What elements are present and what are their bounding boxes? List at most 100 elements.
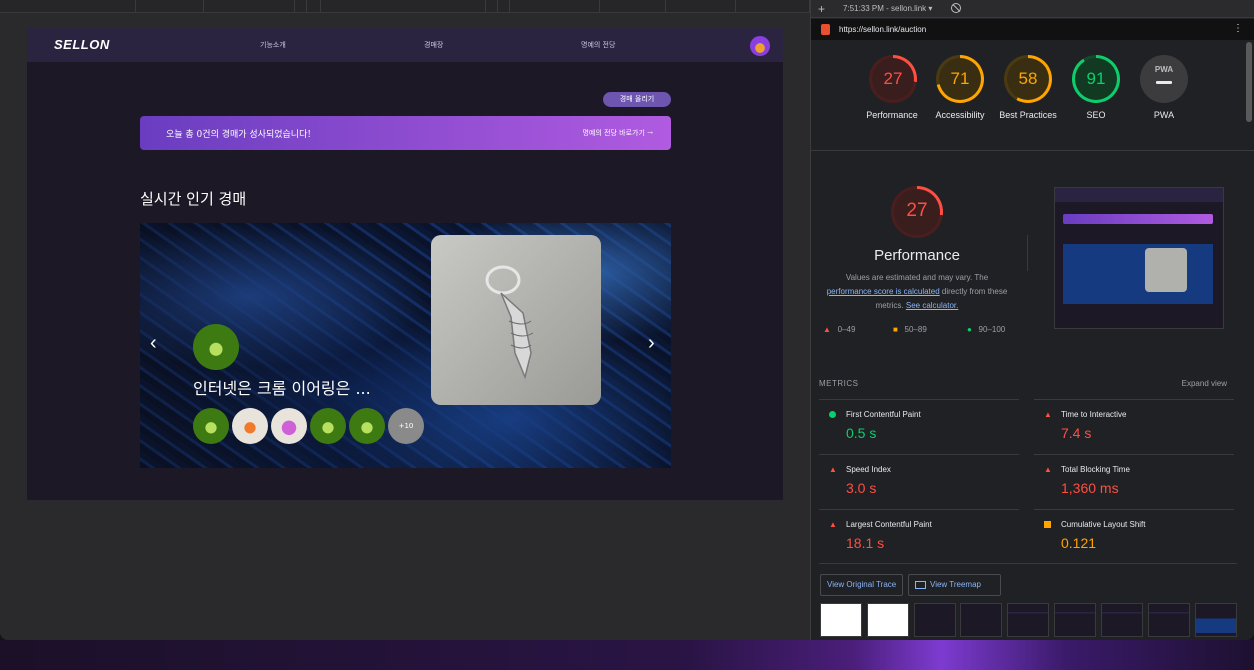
seo-gauge[interactable]: 91 — [1072, 55, 1120, 103]
bidder-avatar[interactable] — [271, 408, 307, 444]
filmstrip-frame — [1148, 603, 1190, 637]
browser-tab[interactable] — [498, 0, 510, 12]
earring-image — [485, 265, 534, 380]
performance-large-gauge: 27 — [891, 186, 943, 238]
metric-first-contentful-paint[interactable]: First Contentful Paint 0.5 s — [819, 399, 1019, 453]
filmstrip-frame — [914, 603, 956, 637]
nav-features[interactable]: 기능소개 — [260, 40, 286, 50]
best-practices-gauge[interactable]: 58 — [1004, 55, 1052, 103]
metric-time-to-interactive[interactable]: ▲ Time to Interactive 7.4 s — [1034, 399, 1234, 453]
browser-tab[interactable] — [136, 0, 204, 12]
view-treemap-button[interactable]: View Treemap — [908, 574, 1001, 596]
browser-tab[interactable] — [307, 0, 321, 12]
bidder-avatar[interactable] — [193, 408, 229, 444]
metric-total-blocking-time[interactable]: ▲ Total Blocking Time 1,360 ms — [1034, 454, 1234, 508]
average-icon — [1044, 521, 1051, 528]
filmstrip-frame — [867, 603, 909, 637]
report-url[interactable]: https://sellon.link/auction — [839, 25, 926, 34]
popular-auction-carousel: ‹ › 인터넷은 크롬 이어링은 ... +10 — [140, 223, 671, 468]
legend-average: ■ 50–89 — [893, 325, 927, 334]
nav-auction-house[interactable]: 경매장 — [424, 40, 443, 50]
chevron-left-icon[interactable]: ‹ — [150, 333, 157, 353]
devtools-toolbar: + 7:51:33 PM - sellon.link ▾ — [811, 0, 1254, 18]
pwa-badge: PWA — [1154, 65, 1174, 74]
filmstrip-frame — [960, 603, 1002, 637]
more-bidders-count[interactable]: +10 — [388, 408, 424, 444]
metric-cumulative-layout-shift[interactable]: Cumulative Layout Shift 0.121 — [1034, 509, 1234, 563]
daily-summary-text: 오늘 총 0건의 경매가 성사되었습니다! — [166, 130, 311, 140]
poor-icon: ▲ — [829, 520, 837, 529]
poor-icon: ▲ — [829, 465, 837, 474]
chevron-right-icon[interactable]: › — [648, 333, 655, 353]
browser-tab[interactable] — [486, 0, 498, 12]
expand-view-toggle[interactable]: Expand view — [1182, 379, 1227, 388]
product-image[interactable] — [431, 235, 601, 405]
browser-tab[interactable] — [0, 0, 136, 12]
page-viewport: SELLON 기능소개 경매장 명예의 전당 경매 올리기 오늘 총 0건의 경… — [0, 0, 810, 640]
accessibility-label[interactable]: Accessibility — [925, 109, 995, 122]
pwa-gauge[interactable]: PWA — [1140, 55, 1188, 103]
seo-label[interactable]: SEO — [1061, 109, 1131, 122]
nav-hall-of-fame[interactable]: 명예의 전당 — [581, 40, 615, 50]
performance-gauge[interactable]: 27 — [869, 55, 917, 103]
upload-auction-button[interactable]: 경매 올리기 — [603, 92, 671, 107]
bidder-avatars: +10 — [193, 408, 424, 444]
accessibility-gauge[interactable]: 71 — [936, 55, 984, 103]
filmstrip-frame — [1101, 603, 1143, 637]
daily-summary-banner: 오늘 총 0건의 경매가 성사되었습니다! 명예의 전당 바로가기 → — [140, 116, 671, 150]
performance-heading: Performance — [874, 247, 960, 264]
sellon-page: SELLON 기능소개 경매장 명예의 전당 경매 올리기 오늘 총 0건의 경… — [27, 28, 783, 500]
browser-tab[interactable] — [666, 0, 736, 12]
user-avatar[interactable] — [750, 36, 770, 56]
browser-tab[interactable] — [600, 0, 666, 12]
lighthouse-panel: + 7:51:33 PM - sellon.link ▾ https://sel… — [810, 0, 1254, 640]
legend-good: ● 90–100 — [967, 325, 1006, 334]
browser-tab[interactable] — [510, 0, 600, 12]
poor-icon: ▲ — [1044, 465, 1052, 474]
product-title[interactable]: 인터넷은 크롬 이어링은 ... — [193, 375, 371, 399]
browser-tab[interactable] — [295, 0, 307, 12]
bidder-avatar[interactable] — [349, 408, 385, 444]
browser-tab[interactable] — [736, 0, 810, 12]
browser-tab[interactable] — [204, 0, 295, 12]
more-options-icon[interactable]: ⋮ — [1233, 23, 1243, 34]
report-selector[interactable]: 7:51:33 PM - sellon.link ▾ — [843, 4, 932, 13]
metric-speed-index[interactable]: ▲ Speed Index 3.0 s — [819, 454, 1019, 508]
best-practices-score: 58 — [1018, 69, 1038, 88]
treemap-icon — [915, 580, 926, 589]
view-original-trace-button[interactable]: View Original Trace — [820, 574, 904, 596]
page-screenshot-thumbnail[interactable] — [1054, 187, 1224, 329]
report-url-bar: https://sellon.link/auction ⋮ — [811, 19, 1254, 40]
browser-window: SELLON 기능소개 경매장 명예의 전당 경매 올리기 오늘 총 0건의 경… — [0, 0, 1254, 640]
performance-description: Values are estimated and may vary. The p… — [826, 273, 1008, 310]
seo-score: 91 — [1086, 69, 1106, 88]
see-calculator-link[interactable]: See calculator. — [906, 301, 958, 310]
plus-icon[interactable]: + — [818, 2, 825, 16]
score-calculation-link[interactable]: performance score is calculated — [827, 287, 940, 296]
hall-of-fame-link[interactable]: 명예의 전당 바로가기 → — [582, 128, 653, 138]
clear-icon[interactable] — [951, 3, 961, 13]
sellon-logo[interactable]: SELLON — [54, 37, 110, 52]
browser-tab[interactable] — [321, 0, 486, 12]
bidder-avatar[interactable] — [310, 408, 346, 444]
filmstrip-frame — [1007, 603, 1049, 637]
performance-large-score: 27 — [906, 200, 928, 221]
filmstrip-frame — [1054, 603, 1096, 637]
desktop-wallpaper — [0, 640, 1254, 670]
legend-poor: ▲ 0–49 — [823, 325, 856, 334]
accessibility-score: 71 — [950, 69, 970, 88]
filmstrip-frame — [1195, 603, 1237, 637]
bidder-avatar[interactable] — [232, 408, 268, 444]
pwa-label[interactable]: PWA — [1129, 109, 1199, 122]
seller-avatar[interactable] — [193, 324, 239, 370]
filmstrip-frame — [820, 603, 862, 637]
best-practices-label[interactable]: Best Practices — [993, 109, 1063, 122]
poor-icon: ▲ — [1044, 410, 1052, 419]
tab-strip — [0, 0, 810, 13]
performance-label[interactable]: Performance — [857, 109, 927, 122]
site-navbar: SELLON 기능소개 경매장 명예의 전당 — [27, 28, 783, 62]
metrics-heading: METRICS — [819, 379, 859, 388]
metric-largest-contentful-paint[interactable]: ▲ Largest Contentful Paint 18.1 s — [819, 509, 1019, 563]
lighthouse-icon — [821, 24, 830, 35]
scrollbar[interactable] — [1246, 42, 1252, 122]
